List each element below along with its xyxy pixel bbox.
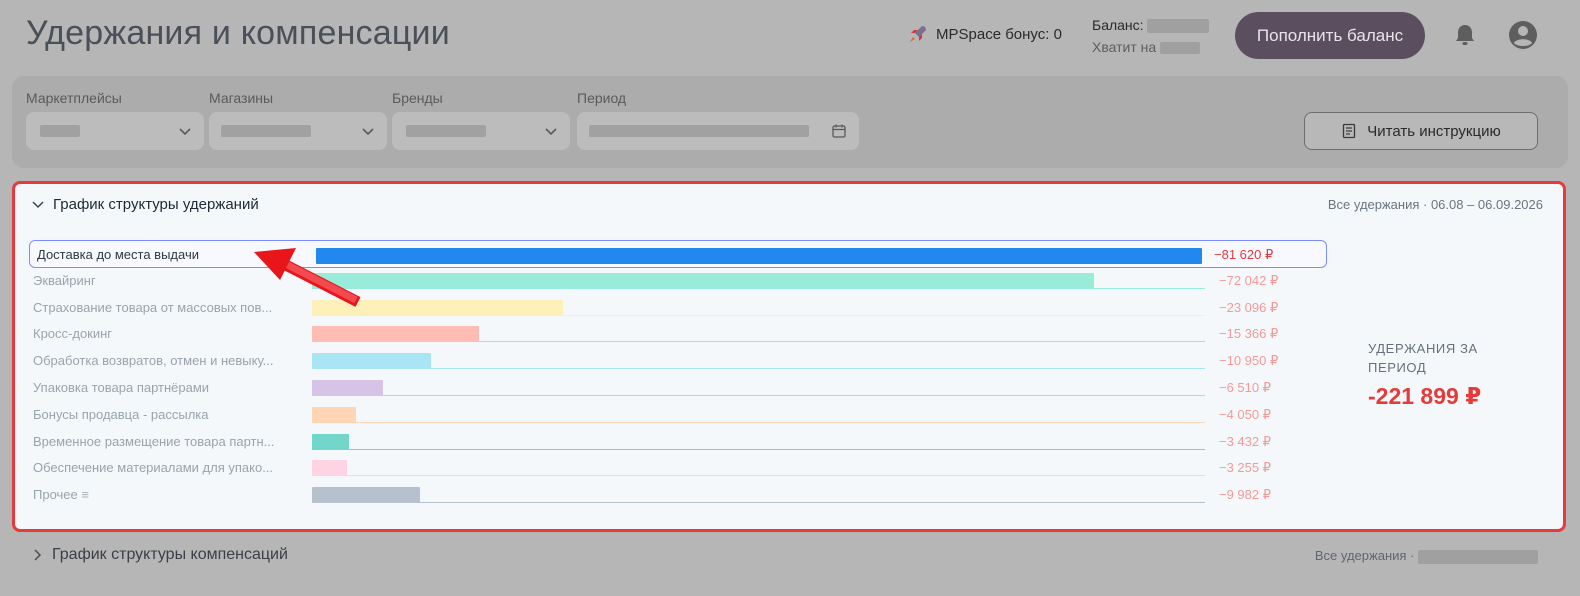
- chart-bar[interactable]: [316, 248, 1202, 264]
- chart-row-baseline: [312, 448, 1205, 450]
- chart-row-baseline: [312, 395, 1205, 396]
- chart-row-label: Обеспечение материалами для упако...: [33, 460, 274, 476]
- chart-row[interactable]: Временное размещение товара партн... −3 4…: [29, 428, 1327, 456]
- chart-row-label: Прочее ≡: [33, 487, 89, 503]
- redacted-value: [221, 125, 311, 137]
- filter-label: Бренды: [392, 90, 443, 106]
- chart-bar[interactable]: [312, 460, 347, 477]
- deductions-chart-panel: График структуры удержаний Все удержания…: [12, 181, 1566, 532]
- chart-row-baseline: [312, 421, 1205, 423]
- chart-row[interactable]: Доставка до места выдачи −81 620 ₽: [29, 240, 1327, 268]
- filter-marketplaces: Маркетплейсы: [26, 90, 204, 150]
- filter-label: Период: [577, 90, 627, 106]
- enough-label: Хватит на: [1092, 39, 1157, 55]
- chart-row-label: Кросс-докинг: [33, 326, 113, 342]
- chart-bar[interactable]: [312, 406, 356, 423]
- bell-icon[interactable]: [1452, 22, 1478, 48]
- chart-row-label: Обработка возвратов, отмен и невыку...: [33, 353, 274, 369]
- user-avatar-icon[interactable]: [1508, 20, 1538, 50]
- rocket-icon: [910, 26, 926, 42]
- chart-row[interactable]: Эквайринг −72 042 ₽: [29, 267, 1327, 295]
- chevron-right-icon: [34, 549, 42, 561]
- marketplaces-select[interactable]: [26, 112, 204, 150]
- chart-value-label: −10 950 ₽: [1219, 353, 1279, 369]
- compensations-chart-panel[interactable]: График структуры компенсаций Все удержан…: [12, 536, 1568, 576]
- chart-value-label: −15 366 ₽: [1219, 326, 1279, 342]
- chart-row-label: Страхование товара от массовых пов...: [33, 299, 273, 315]
- panel2-range: Все удержания ·: [1315, 548, 1538, 564]
- chart-value-label: −4 050 ₽: [1219, 406, 1272, 422]
- calendar-icon: [832, 124, 846, 138]
- chart-value-label: −23 096 ₽: [1219, 299, 1279, 315]
- chart-row-label: Временное размещение товара партн...: [33, 433, 275, 449]
- chart-row[interactable]: Обеспечение материалами для упако... −3 2…: [29, 454, 1327, 482]
- panel2-range-label: Все удержания ·: [1314, 548, 1415, 563]
- balance-value-redacted: [1147, 19, 1210, 34]
- redacted-value: [406, 125, 486, 137]
- panel2-title: График структуры компенсаций: [52, 546, 288, 563]
- chart-row-baseline: [312, 368, 1205, 370]
- chart-row-label: Упаковка товара партнёрами: [33, 380, 210, 395]
- chart-bar[interactable]: [312, 326, 479, 343]
- chart-row-baseline: [312, 475, 1205, 477]
- chart-row[interactable]: Кросс-докинг −15 366 ₽: [29, 320, 1327, 348]
- page-title: Удержания и компенсации: [26, 14, 450, 52]
- chevron-down-icon: [179, 128, 191, 136]
- chart-value-label: −3 432 ₽: [1219, 433, 1272, 449]
- redacted-value: [1418, 549, 1538, 564]
- topup-balance-button[interactable]: Пополнить баланс: [1235, 12, 1425, 59]
- redacted-value: [40, 125, 80, 137]
- chart-row-baseline: [312, 502, 1205, 504]
- chevron-down-icon: [545, 128, 557, 136]
- red-arrow-annotation: [254, 248, 361, 307]
- chevron-down-icon: [362, 128, 374, 136]
- deductions-bar-chart: Доставка до места выдачи −81 620 ₽ Эквайри…: [15, 184, 1563, 529]
- bonus-indicator[interactable]: MPSpace бонус: 0: [908, 24, 1062, 44]
- chart-row[interactable]: Страхование товара от массовых пов... −23…: [29, 294, 1327, 322]
- filter-label: Маркетплейсы: [26, 90, 122, 106]
- bonus-text: MPSpace бонус: 0: [936, 25, 1062, 43]
- redacted-value: [589, 125, 809, 137]
- chart-bar[interactable]: [312, 380, 383, 396]
- list-icon[interactable]: ≡: [78, 487, 89, 502]
- chart-bar[interactable]: [312, 433, 349, 450]
- chart-bar[interactable]: [312, 272, 1094, 289]
- total-label: УДЕРЖАНИЯ ЗА ПЕРИОД: [1368, 341, 1478, 375]
- chart-value-label: −6 510 ₽: [1219, 380, 1272, 395]
- balance-label: Баланс:: [1092, 17, 1144, 33]
- header: Удержания и компенсации MPSpace бонус: 0…: [0, 0, 1580, 74]
- chart-row[interactable]: Прочее ≡ −9 982 ₽: [29, 481, 1327, 509]
- read-instruction-label: Читать инструкцию: [1367, 122, 1501, 140]
- chart-bar[interactable]: [312, 487, 420, 504]
- chart-row[interactable]: Обработка возвратов, отмен и невыку... −1…: [29, 347, 1327, 375]
- shops-select[interactable]: [209, 112, 387, 150]
- book-icon: [1343, 123, 1356, 139]
- chart-row-label: Доставка до места выдачи: [37, 247, 199, 262]
- chart-value-label: −81 620 ₽: [1214, 247, 1274, 262]
- chart-row[interactable]: Бонусы продавца - рассылка −4 050 ₽: [29, 401, 1327, 429]
- chart-row[interactable]: Упаковка товара партнёрами −6 510 ₽: [29, 374, 1327, 402]
- filter-period: Период: [577, 90, 859, 150]
- chart-row-label: Бонусы продавца - рассылка: [33, 406, 209, 422]
- brands-select[interactable]: [392, 112, 570, 150]
- chart-value-label: −3 255 ₽: [1219, 460, 1272, 476]
- read-instruction-button[interactable]: Читать инструкцию: [1304, 112, 1538, 150]
- filters-bar: Маркетплейсы Магазины Бренды Период Чита…: [12, 76, 1568, 168]
- filter-shops: Магазины: [209, 90, 387, 150]
- filter-label: Магазины: [209, 90, 274, 106]
- enough-value-redacted: [1160, 42, 1201, 55]
- chart-value-label: −9 982 ₽: [1219, 487, 1272, 503]
- filter-brands: Бренды: [392, 90, 570, 150]
- chart-row-label: Эквайринг: [33, 272, 96, 288]
- total-value: -221 899 ₽: [1368, 383, 1482, 409]
- chart-value-label: −72 042 ₽: [1219, 272, 1279, 288]
- chart-bar[interactable]: [312, 353, 431, 370]
- period-picker[interactable]: [577, 112, 859, 150]
- balance-block: Баланс: Хватит на: [1092, 14, 1210, 58]
